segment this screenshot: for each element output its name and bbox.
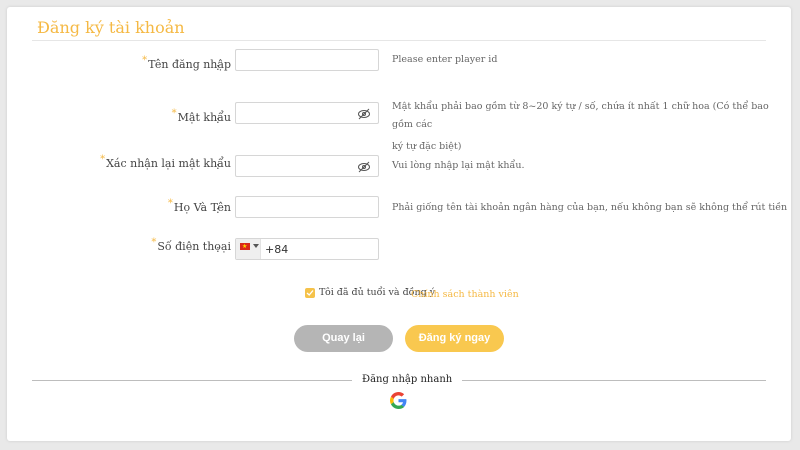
title-divider [32,40,766,41]
full-name-hint: Phải giống tên tài khoản ngân hàng của b… [392,202,788,213]
register-button[interactable]: Đăng ký ngay [405,325,504,352]
chevron-down-icon [253,244,259,248]
required-mark: * [151,237,157,248]
eye-off-icon[interactable] [357,160,371,174]
username-colon: : [216,60,220,73]
username-input[interactable] [235,49,379,71]
required-mark: * [171,108,177,119]
quick-login-label: Đăng nhập nhanh [352,374,463,385]
flag-star-icon: ★ [242,243,248,250]
required-mark: * [100,154,106,165]
password-hint-line2: ký tự đặc biệt) [392,141,462,152]
full-name-colon: : [216,203,220,216]
confirm-password-colon: : [216,159,220,172]
required-mark: * [167,198,173,209]
country-code-selector[interactable]: ★ [236,239,261,259]
required-mark: * [142,55,148,66]
username-hint: Please enter player id [392,54,498,65]
google-icon[interactable] [390,392,407,409]
full-name-input[interactable] [235,196,379,218]
phone-input[interactable]: ★ +84 [235,238,379,260]
password-input[interactable] [235,102,379,124]
full-name-label-text: Họ Và Tên [173,201,231,214]
password-hint-line1: Mật khẩu phải bao gồm từ 8~20 ký tự / số… [392,101,769,130]
member-policy-link[interactable]: Chính sách thành viên [411,289,519,300]
check-icon [306,290,314,296]
register-card: Đăng ký tài khoản *Tên đăng nhập : Pleas… [7,7,791,441]
phone-label-text: Số điện thoại [157,240,231,253]
confirm-password-input[interactable] [235,155,379,177]
confirm-password-label: *Xác nhận lại mật khẩu [100,154,231,170]
password-colon: : [216,113,220,126]
confirm-password-hint: Vui lòng nhập lại mật khẩu. [392,160,525,171]
page-title: Đăng ký tài khoản [37,18,185,37]
password-label-text: Mật khẩu [177,111,231,124]
password-label: *Mật khẩu [171,108,231,124]
eye-off-icon[interactable] [357,107,371,121]
agreement-checkbox[interactable] [305,288,315,298]
full-name-label: *Họ Và Tên [167,198,231,214]
confirm-password-label-text: Xác nhận lại mật khẩu [106,157,231,170]
back-button[interactable]: Quay lại [294,325,393,352]
password-hint: Mật khẩu phải bao gồm từ 8~20 ký tự / số… [392,98,791,156]
phone-colon: : [216,242,220,255]
phone-prefix: +84 [265,243,289,256]
